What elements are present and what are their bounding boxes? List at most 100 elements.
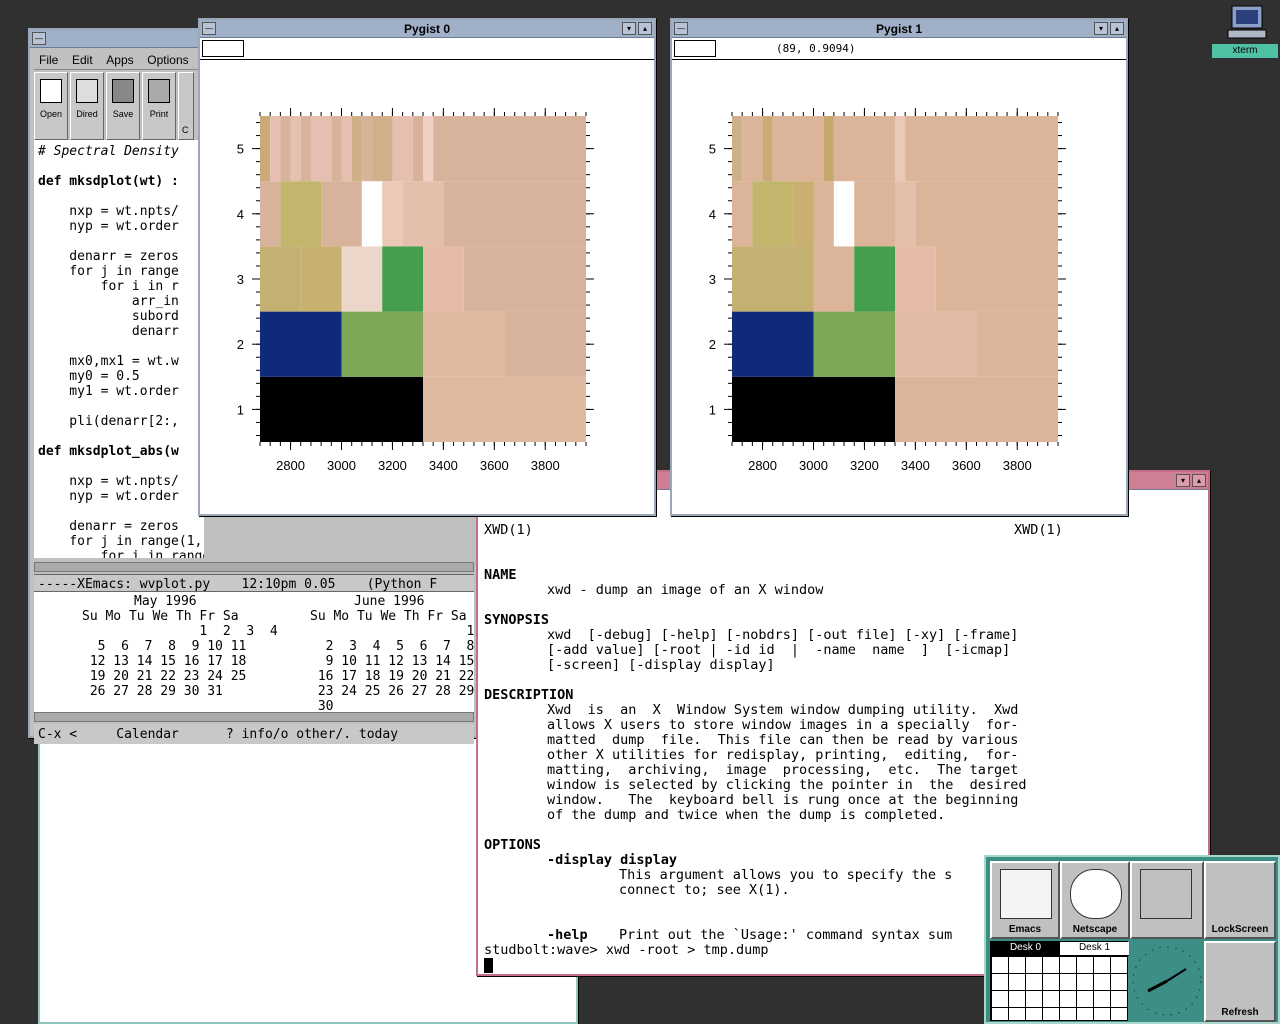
shell-prompt: studbolt:wave> xwd -root > tmp.dump: [484, 942, 769, 958]
man-option-text: connect to; see X(1).: [619, 882, 790, 898]
minimize-button[interactable]: ▾: [622, 22, 636, 35]
code-line: denarr = zeros: [38, 249, 179, 264]
desk-pager[interactable]: Desk 0 Desk 1: [990, 941, 1129, 1021]
pygist1-titlebar[interactable]: — Pygist 1 ▾ ▴: [672, 20, 1126, 38]
coord-box: [674, 40, 716, 57]
code-line: my0 = 0.5: [38, 369, 140, 384]
menu-options[interactable]: Options: [142, 50, 193, 70]
man-desc-line: Xwd is an X Window System window dumping…: [547, 702, 1019, 718]
desk-0-tab[interactable]: Desk 0: [991, 942, 1060, 956]
heatmap-cell: [341, 246, 383, 312]
toolbar-label: Print: [149, 109, 169, 119]
maximize-button[interactable]: ▴: [1110, 22, 1124, 35]
code-buffer[interactable]: # Spectral Density def mksdplot(wt) : nx…: [34, 140, 204, 558]
heatmap-cell: [402, 181, 444, 247]
mailbox-icon: [1140, 869, 1192, 919]
window-menu-button[interactable]: —: [32, 32, 46, 45]
man-section-options: OPTIONS: [484, 837, 541, 853]
heatmap-cell: [895, 246, 936, 312]
pygist0-window[interactable]: — Pygist 0 ▾ ▴ 2800 3000 3200 3400 3600 3800 1…: [198, 18, 656, 516]
code-line: nyp = wt.order: [38, 489, 179, 504]
code-line: my1 = wt.order: [38, 384, 179, 399]
maximize-button[interactable]: ▴: [638, 22, 652, 35]
heatmap-cell: [382, 246, 423, 312]
pygist1-window[interactable]: — Pygist 1 ▾ ▴ (89, 0.9094) 2800 3000 3200…: [670, 18, 1128, 516]
lockscreen-button[interactable]: LockScreen: [1204, 861, 1276, 939]
man-desc-line: other X utilities for redisplay, printin…: [547, 747, 1019, 763]
open-icon: [40, 79, 62, 103]
heatmap-cell: [504, 311, 586, 377]
heatmap-cell: [895, 181, 916, 247]
code-line: for i in range(nxp) :: [100, 549, 204, 558]
launcher-label: Emacs: [1008, 924, 1042, 935]
heatmap-cell: [762, 116, 773, 182]
man-synopsis-line: [-add value] [-root | -id id | -name nam…: [547, 642, 1011, 658]
desk-1-tab[interactable]: Desk 1: [1060, 942, 1129, 956]
calendar-row: 30: [310, 699, 334, 712]
calendar-hscrollbar[interactable]: [34, 712, 474, 722]
heatmap-cell: [895, 376, 1058, 442]
heatmap-cell: [772, 116, 824, 182]
minimize-button[interactable]: ▾: [1094, 22, 1108, 35]
netscape-launcher-button[interactable]: Netscape: [1060, 861, 1130, 939]
man-section-synopsis: SYNOPSIS: [484, 612, 550, 628]
heatmap-cell: [260, 311, 342, 377]
y-tick-label: 5: [237, 142, 244, 157]
heatmap-cell: [260, 181, 281, 247]
heatmap-cell: [813, 311, 895, 377]
heatmap-cell: [423, 311, 505, 377]
launcher-label: Refresh: [1221, 1007, 1259, 1018]
x-tick-label: 3200: [850, 458, 879, 473]
refresh-button[interactable]: Refresh: [1204, 941, 1276, 1022]
toolbar-compile-button[interactable]: C: [178, 72, 194, 140]
pygist0-plot-area[interactable]: 2800 3000 3200 3400 3600 3800 1 2 3 4 5: [200, 60, 654, 514]
heatmap-cell: [793, 181, 814, 247]
clock: [1130, 941, 1204, 1022]
xterm-desktop-icon[interactable]: xterm: [1210, 0, 1278, 60]
computer-icon: [1227, 5, 1267, 39]
calendar-row: 5 6 7 8 9 10 11: [82, 639, 247, 654]
toolbar-label: Dired: [76, 109, 98, 119]
heatmap-cell: [321, 181, 362, 247]
code-line: denarr: [38, 324, 179, 339]
toolbar-label: C: [182, 125, 189, 135]
pygist0-title: Pygist 0: [403, 22, 451, 36]
menu-apps[interactable]: Apps: [101, 50, 138, 70]
pygist0-titlebar[interactable]: — Pygist 0 ▾ ▴: [200, 20, 654, 38]
dired-icon: [76, 79, 98, 103]
maximize-button[interactable]: ▴: [1192, 474, 1206, 487]
toolbar-dired-button[interactable]: Dired: [70, 72, 104, 140]
calendar-row: 9 10 11 12 13 14 15: [310, 654, 474, 669]
code-hscrollbar[interactable]: [34, 562, 474, 572]
toolbar-save-button[interactable]: Save: [106, 72, 140, 140]
heatmap-cell: [463, 246, 586, 312]
calendar-june-header: Su Mo Tu We Th Fr Sa: [310, 609, 467, 624]
cocktail-icon: [1214, 869, 1266, 919]
mail-button[interactable]: [1130, 861, 1204, 939]
toolbar-print-button[interactable]: Print: [142, 72, 176, 140]
heatmap-cell: [280, 116, 291, 182]
x-tick-label: 2800: [276, 458, 305, 473]
heatmap-cell: [361, 181, 383, 247]
man-desc-line: allows X users to store window images in…: [547, 717, 1019, 733]
y-tick-label: 1: [709, 402, 716, 417]
calendar-buffer[interactable]: May 1996 June 1996 Su Mo Tu We Th Fr Sa …: [34, 592, 474, 712]
man-desc-line: window. The keyboard bell is rung once a…: [547, 792, 1019, 808]
heatmap-cell: [423, 116, 434, 182]
x-tick-label: 3600: [480, 458, 509, 473]
code-line: # Spectral Density: [38, 144, 179, 159]
y-tick-label: 2: [709, 337, 716, 352]
terminal-cursor[interactable]: [484, 957, 493, 973]
heatmap-cell: [260, 376, 423, 442]
heatmap-cell: [813, 246, 855, 312]
menu-edit[interactable]: Edit: [67, 50, 98, 70]
heatmap-cell: [443, 181, 586, 247]
xterm-icon-label: xterm: [1212, 44, 1278, 58]
minimize-button[interactable]: ▾: [1176, 474, 1190, 487]
heatmap-cell: [823, 116, 834, 182]
toolbar-open-button[interactable]: Open: [34, 72, 68, 140]
pygist1-plot-area[interactable]: 2800 3000 3200 3400 3600 3800 1 2 3 4 5: [672, 60, 1126, 514]
menu-file[interactable]: File: [34, 50, 63, 70]
code-line: for j in range: [38, 264, 179, 279]
emacs-launcher-button[interactable]: Emacs: [990, 861, 1060, 939]
